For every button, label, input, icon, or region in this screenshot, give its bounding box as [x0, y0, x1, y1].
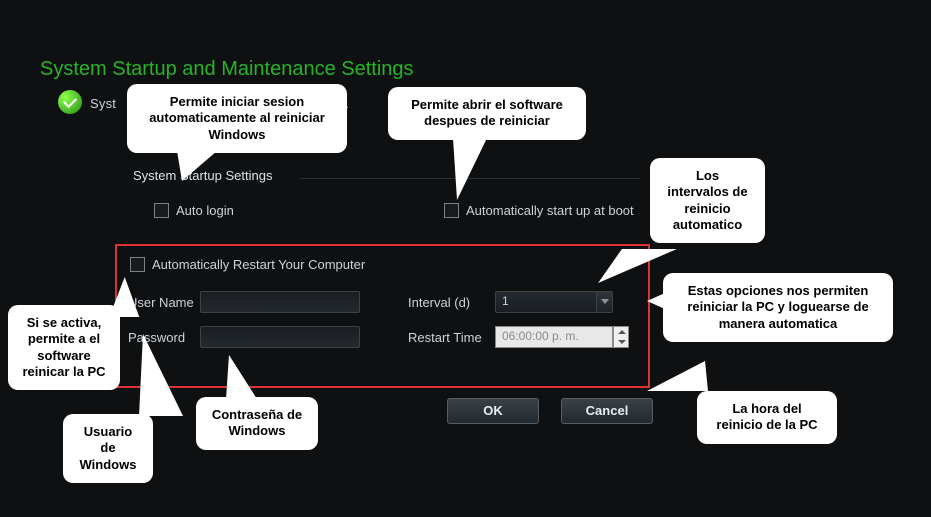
cancel-button[interactable]: Cancel	[561, 398, 653, 424]
auto-start-boot-checkbox[interactable]	[444, 203, 459, 218]
callout-interval: Los intervalos de reinicio automatico	[650, 158, 765, 243]
auto-login-checkbox[interactable]	[154, 203, 169, 218]
callout-text: Contraseña de Windows	[212, 407, 302, 438]
auto-login-label: Auto login	[176, 203, 234, 218]
restart-time-spinner[interactable]	[613, 326, 629, 348]
username-input[interactable]	[200, 291, 360, 313]
auto-login-row: Auto login	[154, 203, 234, 218]
callout-auto-login: Permite iniciar sesion automaticamente a…	[127, 84, 347, 153]
callout-text: Permite abrir el software despues de rei…	[411, 97, 563, 128]
ok-button[interactable]: OK	[447, 398, 539, 424]
callout-text: Usuario de Windows	[80, 424, 137, 472]
callout-text: Permite iniciar sesion automaticamente a…	[149, 94, 325, 142]
auto-start-boot-label: Automatically start up at boot	[466, 203, 634, 218]
restart-time-label: Restart Time	[408, 330, 482, 345]
callout-auto-start: Permite abrir el software despues de rei…	[388, 87, 586, 140]
restart-time-input[interactable]: 06:00:00 p. m.	[495, 326, 613, 348]
callout-restart-options: Estas opciones nos permiten reiniciar la…	[663, 273, 893, 342]
callout-enable-restart: Si se activa, permite a el software rein…	[8, 305, 120, 390]
auto-restart-row: Automatically Restart Your Computer	[130, 257, 365, 272]
callout-username: Usuario de Windows	[63, 414, 153, 483]
auto-restart-label: Automatically Restart Your Computer	[152, 257, 365, 272]
status-ok-icon	[58, 90, 82, 114]
callout-text: La hora del reinicio de la PC	[716, 401, 817, 432]
callout-text: Estas opciones nos permiten reiniciar la…	[687, 283, 868, 331]
auto-start-boot-row: Automatically start up at boot	[444, 203, 634, 218]
callout-text: Si se activa, permite a el software rein…	[22, 315, 105, 379]
callout-password: Contraseña de Windows	[196, 397, 318, 450]
callout-restart-time: La hora del reinicio de la PC	[697, 391, 837, 444]
subtitle-prefix: Syst	[90, 96, 116, 111]
page-title: System Startup and Maintenance Settings	[40, 58, 414, 81]
callout-text: Los intervalos de reinicio automatico	[667, 168, 747, 232]
username-label: User Name	[128, 295, 194, 310]
interval-label: Interval (d)	[408, 295, 470, 310]
password-input[interactable]	[200, 326, 360, 348]
auto-restart-checkbox[interactable]	[130, 257, 145, 272]
chevron-down-icon[interactable]	[596, 292, 612, 312]
